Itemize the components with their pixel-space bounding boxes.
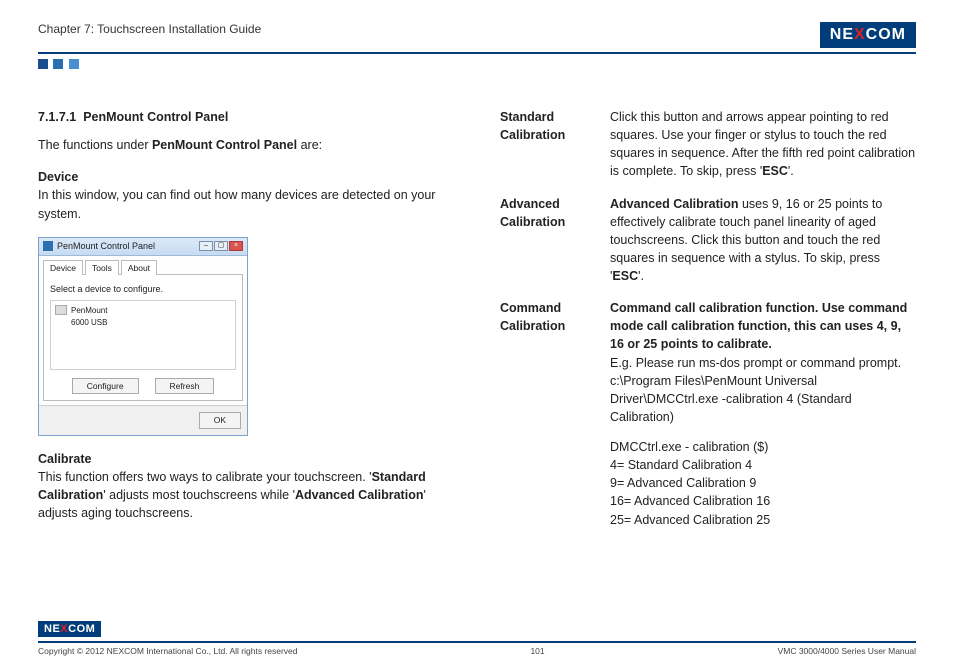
intro-paragraph: The functions under PenMount Control Pan…: [38, 136, 454, 154]
ok-button[interactable]: OK: [199, 412, 241, 428]
copyright-text: Copyright © 2012 NEXCOM International Co…: [38, 646, 298, 656]
configure-button[interactable]: Configure: [72, 378, 139, 394]
def-command: Command call calibration function. Use c…: [610, 299, 916, 529]
device-sub: 6000 USB: [71, 318, 107, 327]
opt-4: 4= Standard Calibration 4: [610, 456, 916, 474]
opt-head: DMCCtrl.exe - calibration ($): [610, 438, 916, 456]
right-column: Standard Calibration Click this button a…: [500, 108, 916, 536]
section-number: 7.1.7.1: [38, 110, 76, 124]
ok-row: OK: [39, 405, 247, 434]
window-body: Device Tools About Select a device to co…: [39, 256, 247, 406]
page-header: Chapter 7: Touchscreen Installation Guid…: [38, 22, 916, 48]
page-number: 101: [530, 646, 544, 656]
cmd-eg1: E.g. Please run ms-dos prompt or command…: [610, 354, 916, 372]
adv-esc: ESC: [612, 269, 638, 283]
tab-pane: Select a device to configure. PenMount 6…: [43, 275, 243, 401]
footer-rule: [38, 641, 916, 643]
app-icon: [43, 241, 53, 251]
adv-post: '.: [638, 269, 644, 283]
logo-text-pre: NE: [830, 26, 854, 43]
cal-mid: ' adjusts most touchscreens while ': [103, 488, 295, 502]
def-standard: Click this button and arrows appear poin…: [610, 108, 916, 181]
calibrate-heading: Calibrate: [38, 450, 454, 468]
brand-logo: NEXCOM: [820, 22, 916, 48]
footer-row: Copyright © 2012 NEXCOM International Co…: [38, 646, 916, 656]
square-icon: [53, 59, 63, 69]
opt-25: 25= Advanced Calibration 25: [610, 511, 916, 529]
device-icon: [55, 305, 67, 315]
cal-pre: This function offers two ways to calibra…: [38, 470, 372, 484]
header-rule: [38, 52, 916, 54]
cal-adv: Advanced Calibration: [295, 488, 424, 502]
tab-device[interactable]: Device: [43, 260, 83, 275]
square-icon: [69, 59, 79, 69]
cmd-bold: Command call calibration function. Use c…: [610, 301, 907, 351]
penmount-window: PenMount Control Panel – ▢ × Device Tool…: [38, 237, 248, 436]
left-column: 7.1.7.1 PenMount Control Panel The funct…: [38, 108, 454, 536]
list-item[interactable]: PenMount 6000 USB: [55, 305, 231, 328]
term-advanced: Advanced Calibration: [500, 195, 592, 286]
maximize-icon[interactable]: ▢: [214, 241, 228, 251]
std-post: '.: [788, 164, 794, 178]
cmd-eg2: c:\Program Files\PenMount Universal Driv…: [610, 372, 916, 426]
term-standard: Standard Calibration: [500, 108, 592, 181]
close-icon[interactable]: ×: [229, 241, 243, 251]
std-esc: ESC: [762, 164, 788, 178]
decorative-squares: [38, 58, 916, 72]
adv-bold: Advanced Calibration: [610, 197, 739, 211]
window-titlebar: PenMount Control Panel – ▢ ×: [39, 238, 247, 256]
definition-list: Standard Calibration Click this button a…: [500, 108, 916, 529]
device-label: PenMount 6000 USB: [71, 305, 107, 328]
device-heading: Device: [38, 168, 454, 186]
tab-about[interactable]: About: [121, 260, 157, 275]
footer-logo: NEXCOM: [38, 621, 101, 637]
section-title: PenMount Control Panel: [83, 110, 228, 124]
footer-logo-x: X: [60, 623, 68, 635]
page-content: 7.1.7.1 PenMount Control Panel The funct…: [38, 108, 916, 536]
page-footer: NEXCOM Copyright © 2012 NEXCOM Internati…: [38, 621, 916, 656]
logo-text-x: X: [854, 26, 866, 43]
calibration-options: DMCCtrl.exe - calibration ($) 4= Standar…: [610, 438, 916, 529]
footer-logo-post: COM: [68, 623, 95, 635]
opt-9: 9= Advanced Calibration 9: [610, 474, 916, 492]
device-text: In this window, you can find out how man…: [38, 186, 454, 222]
footer-logo-pre: NE: [44, 623, 60, 635]
intro-post: are:: [297, 138, 322, 152]
tab-tools[interactable]: Tools: [85, 260, 119, 275]
minimize-icon[interactable]: –: [199, 241, 213, 251]
intro-pre: The functions under: [38, 138, 152, 152]
section-heading: 7.1.7.1 PenMount Control Panel: [38, 108, 454, 126]
window-title: PenMount Control Panel: [57, 240, 155, 253]
logo-text-post: COM: [866, 26, 906, 43]
square-icon: [38, 59, 48, 69]
def-advanced: Advanced Calibration uses 9, 16 or 25 po…: [610, 195, 916, 286]
calibrate-text: This function offers two ways to calibra…: [38, 468, 454, 522]
opt-16: 16= Advanced Calibration 16: [610, 492, 916, 510]
titlebar-left: PenMount Control Panel: [43, 240, 155, 253]
device-section: Device In this window, you can find out …: [38, 168, 454, 222]
intro-bold: PenMount Control Panel: [152, 138, 297, 152]
manual-name: VMC 3000/4000 Series User Manual: [778, 646, 916, 656]
window-buttons: – ▢ ×: [199, 241, 243, 251]
device-name: PenMount: [71, 306, 107, 315]
term-command: Command Calibration: [500, 299, 592, 529]
select-label: Select a device to configure.: [50, 283, 236, 296]
device-list: PenMount 6000 USB: [50, 300, 236, 370]
tab-bar: Device Tools About: [43, 260, 243, 275]
chapter-label: Chapter 7: Touchscreen Installation Guid…: [38, 22, 261, 36]
refresh-button[interactable]: Refresh: [155, 378, 215, 394]
calibrate-section: Calibrate This function offers two ways …: [38, 450, 454, 523]
button-row: Configure Refresh: [50, 378, 236, 394]
